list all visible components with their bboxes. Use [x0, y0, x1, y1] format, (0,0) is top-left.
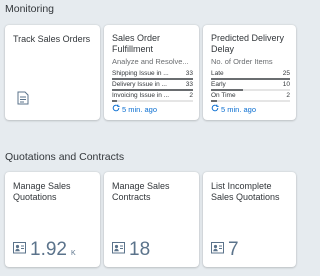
refresh-icon: [112, 104, 120, 114]
bar-row-shipping: Shipping Issue in ... 33: [112, 70, 193, 80]
tile-title: List Incomplete Sales Quotations: [211, 181, 280, 202]
tile-title: Sales Order Fulfillment: [112, 33, 161, 54]
bar-label: Delivery Issue in ...: [112, 81, 167, 88]
kpi: 1.92 K: [13, 240, 76, 259]
bar-label: Early: [211, 81, 226, 88]
tile-title: Track Sales Orders: [13, 34, 91, 44]
tile-predicted-delivery-delay[interactable]: Predicted Delivery Delay No. of Order It…: [203, 25, 296, 120]
bar-row-early: Early 10: [211, 81, 290, 91]
bar-fill: [112, 100, 117, 102]
kpi-value: 18: [129, 239, 151, 260]
tile-track-sales-orders[interactable]: Track Sales Orders: [5, 25, 100, 120]
contact-card-icon: [211, 241, 224, 259]
bar-label: Invoicing Issue in ...: [112, 92, 170, 99]
kpi-unit: K: [70, 250, 76, 257]
bar-fill: [211, 78, 290, 80]
bar-value: 2: [286, 92, 290, 99]
tile-title: Predicted Delivery Delay: [211, 33, 285, 54]
section-title-quotations-contracts: Quotations and Contracts: [5, 151, 125, 163]
bar-value: 2: [189, 92, 193, 99]
bar-label: On Time: [211, 92, 236, 99]
section-title-monitoring: Monitoring: [5, 3, 55, 15]
refresh-label: 5 min. ago: [221, 104, 257, 114]
tile-title: Manage Sales Quotations: [13, 181, 71, 202]
tile-list-incomplete-sales-quotations[interactable]: List Incomplete Sales Quotations 7: [203, 172, 296, 267]
bar-fill: [112, 89, 193, 91]
bar-label: Shipping Issue in ...: [112, 70, 169, 77]
bar-fill: [211, 100, 218, 102]
tile-title: Manage Sales Contracts: [112, 181, 170, 202]
refresh-icon: [211, 104, 219, 114]
bar-row-delivery: Delivery Issue in ... 33: [112, 81, 193, 91]
tile-manage-sales-quotations[interactable]: Manage Sales Quotations 1.92 K: [5, 172, 100, 267]
bar-fill: [112, 78, 193, 80]
contact-card-icon: [13, 241, 26, 259]
bar-fill: [211, 89, 243, 91]
tile-manage-sales-contracts[interactable]: Manage Sales Contracts 18: [104, 172, 199, 267]
bar-value: 10: [282, 81, 290, 88]
bar-value: 33: [185, 81, 193, 88]
bar-row-late: Late 25: [211, 70, 290, 80]
bar-value: 33: [185, 70, 193, 77]
bar-value: 25: [282, 70, 290, 77]
kpi-value: 7: [228, 239, 239, 260]
bar-row-invoicing: Invoicing Issue in ... 2: [112, 92, 193, 102]
tile-subtitle: No. of Order Items: [211, 57, 273, 66]
tile-subtitle: Analyze and Resolve...: [112, 57, 189, 66]
kpi-value: 1.92: [30, 239, 67, 260]
bar-row-on-time: On Time 2: [211, 92, 290, 102]
refresh-status[interactable]: 5 min. ago: [112, 104, 157, 114]
kpi: 7: [211, 240, 239, 259]
refresh-status[interactable]: 5 min. ago: [211, 104, 256, 114]
refresh-label: 5 min. ago: [122, 104, 158, 114]
kpi: 18: [112, 240, 150, 259]
bar-label: Late: [211, 70, 224, 77]
document-list-icon: [17, 91, 29, 110]
contact-card-icon: [112, 241, 125, 259]
tile-sales-order-fulfillment[interactable]: Sales Order Fulfillment Analyze and Reso…: [104, 25, 199, 120]
